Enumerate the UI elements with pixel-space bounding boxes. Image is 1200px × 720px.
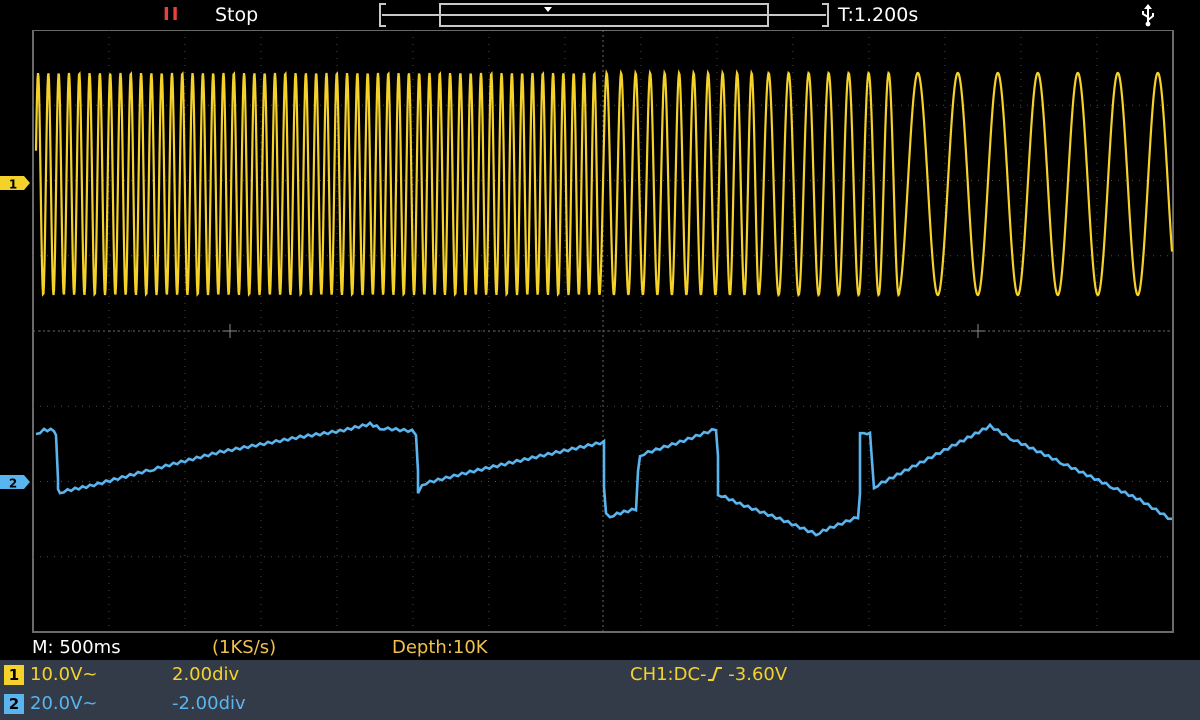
- memory-position-bar[interactable]: [378, 2, 830, 28]
- ch2-waveform: [35, 420, 1173, 537]
- trigger-info[interactable]: CH1:DC- -3.60V: [630, 664, 787, 686]
- ch2-marker-icon: 2: [0, 475, 30, 491]
- ch2-badge[interactable]: 2: [4, 694, 24, 714]
- trigger-time-readout: T:1.200s: [838, 4, 919, 26]
- ch1-waveform: [34, 69, 1174, 298]
- status-bar: II Stop T:1.200s: [0, 0, 1200, 30]
- ch2-vertical-scale[interactable]: 20.0V~: [30, 693, 97, 715]
- ch2-offset[interactable]: -2.00div: [172, 693, 246, 715]
- usb-icon: [1142, 4, 1154, 27]
- ch1-offset[interactable]: 2.00div: [172, 664, 239, 686]
- pause-icon[interactable]: II: [163, 6, 180, 24]
- run-state-label[interactable]: Stop: [215, 4, 258, 26]
- trigger-source: CH1:DC-: [630, 664, 707, 685]
- memory-depth-label[interactable]: Depth:10K: [392, 637, 488, 658]
- sample-rate-label: (1KS/s): [212, 637, 277, 658]
- svg-text:2: 2: [9, 477, 17, 491]
- svg-text:1: 1: [9, 178, 17, 192]
- rising-edge-icon: [707, 667, 722, 681]
- trigger-level: -3.60V: [728, 664, 788, 685]
- ch1-vertical-scale[interactable]: 10.0V~: [30, 664, 97, 686]
- timebase-label[interactable]: M: 500ms: [32, 637, 121, 658]
- waveform-display[interactable]: 1 2: [0, 30, 1200, 638]
- ch1-badge[interactable]: 1: [4, 665, 24, 685]
- ch1-marker-icon: 1: [0, 176, 30, 192]
- acquisition-info-bar: [0, 636, 1200, 660]
- trigger-position-marker: [544, 7, 552, 12]
